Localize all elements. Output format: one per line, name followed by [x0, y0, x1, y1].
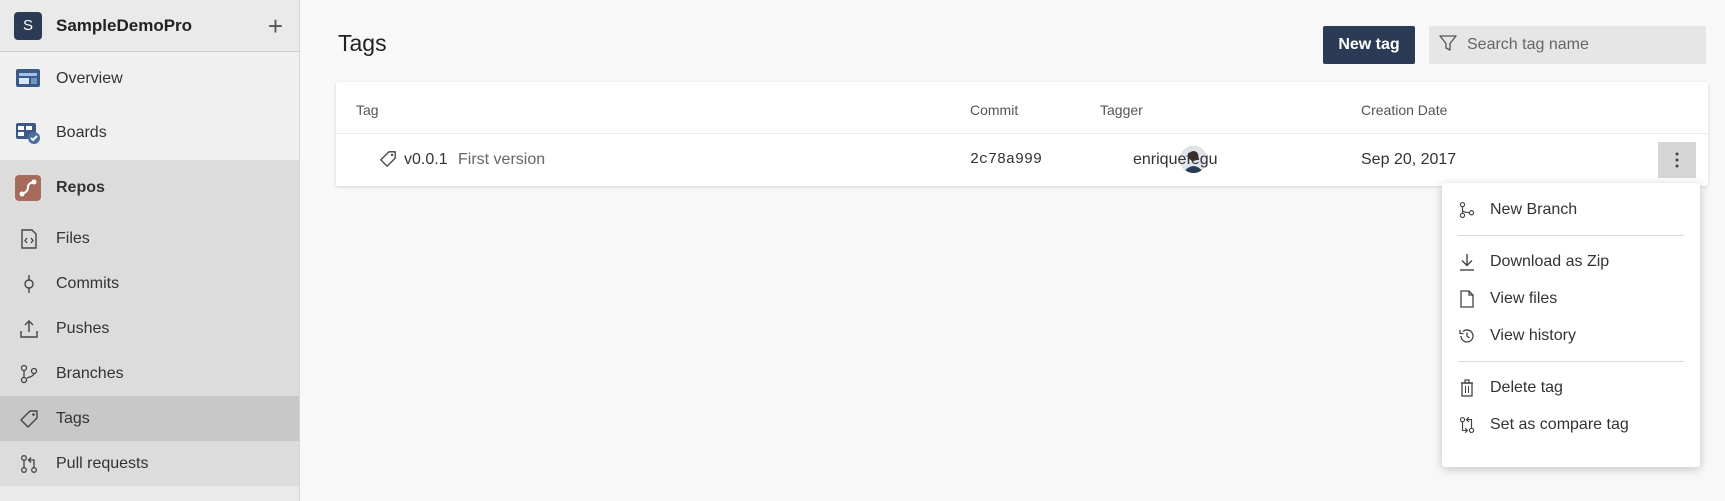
- column-header-tag[interactable]: Tag: [356, 102, 379, 118]
- creation-date: Sep 20, 2017: [1361, 151, 1457, 168]
- sidebar-nav: Overview Boards Repos Files Commits Push…: [0, 52, 299, 486]
- menu-item-label: Set as compare tag: [1490, 415, 1629, 433]
- sidebar-item-repos[interactable]: Repos: [0, 160, 299, 216]
- search-input[interactable]: [1467, 36, 1697, 54]
- sidebar: S SampleDemoPro + Overview Boards Repos: [0, 0, 300, 501]
- sidebar-item-tags[interactable]: Tags: [0, 396, 299, 441]
- download-icon: [1458, 253, 1476, 271]
- sidebar-item-commits[interactable]: Commits: [0, 261, 299, 306]
- sidebar-item-label: Pull requests: [56, 454, 149, 472]
- tag-icon: [379, 150, 397, 173]
- page-title: Tags: [338, 30, 387, 56]
- menu-item-view-history[interactable]: View history: [1442, 317, 1700, 354]
- project-header: S SampleDemoPro +: [0, 0, 299, 52]
- file-icon: [1458, 289, 1476, 308]
- tag-icon: [18, 405, 40, 433]
- sidebar-item-pull-requests[interactable]: Pull requests: [0, 441, 299, 486]
- more-vertical-icon: [1675, 152, 1679, 168]
- column-header-commit[interactable]: Commit: [970, 102, 1018, 118]
- more-actions-button[interactable]: [1658, 142, 1696, 178]
- files-icon: [18, 225, 40, 253]
- tag-name[interactable]: v0.0.1: [404, 151, 448, 169]
- column-header-creation-date[interactable]: Creation Date: [1361, 102, 1447, 118]
- commit-id[interactable]: 2c78a999: [970, 151, 1042, 168]
- column-header-tagger[interactable]: Tagger: [1100, 102, 1143, 118]
- pull-request-icon: [18, 450, 40, 478]
- menu-item-label: View history: [1490, 326, 1576, 344]
- sidebar-item-pushes[interactable]: Pushes: [0, 306, 299, 351]
- project-avatar[interactable]: S: [14, 11, 42, 40]
- menu-item-label: Delete tag: [1490, 378, 1563, 396]
- tag-message: First version: [458, 151, 546, 168]
- pushes-icon: [18, 315, 40, 343]
- menu-item-view-files[interactable]: View files: [1442, 280, 1700, 317]
- sidebar-item-branches[interactable]: Branches: [0, 351, 299, 396]
- menu-item-new-branch[interactable]: New Branch: [1442, 191, 1700, 228]
- menu-item-label: New Branch: [1490, 200, 1578, 218]
- sidebar-item-label: Pushes: [56, 319, 110, 337]
- menu-item-label: View files: [1490, 289, 1558, 307]
- search-box[interactable]: [1429, 26, 1706, 64]
- project-name[interactable]: SampleDemoPro: [56, 16, 268, 36]
- boards-icon: [14, 119, 42, 147]
- branches-icon: [18, 360, 40, 388]
- tags-table: Tag Commit Tagger Creation Date v0.0.1 F…: [336, 82, 1708, 186]
- table-header: Tag Commit Tagger Creation Date: [336, 82, 1708, 134]
- menu-item-label: Download as Zip: [1490, 252, 1610, 270]
- tag-context-menu: New Branch Download as Zip View files Vi…: [1442, 183, 1700, 467]
- new-tag-button[interactable]: New tag: [1323, 26, 1415, 64]
- menu-item-download-zip[interactable]: Download as Zip: [1442, 243, 1700, 280]
- sidebar-item-files[interactable]: Files: [0, 216, 299, 261]
- sidebar-item-label: Files: [56, 229, 90, 247]
- sidebar-item-label: Boards: [56, 124, 107, 141]
- table-row[interactable]: v0.0.1 First version 2c78a999 enriquefeg…: [336, 134, 1708, 186]
- trash-icon: [1458, 378, 1476, 397]
- menu-item-delete-tag[interactable]: Delete tag: [1442, 369, 1700, 406]
- sidebar-item-label: Repos: [56, 179, 105, 196]
- sidebar-item-label: Tags: [56, 409, 90, 427]
- menu-divider: [1458, 235, 1684, 236]
- branch-icon: [1458, 201, 1476, 219]
- sidebar-item-label: Overview: [56, 70, 123, 87]
- add-icon[interactable]: +: [268, 13, 283, 39]
- filter-icon: [1439, 34, 1457, 57]
- sidebar-item-label: Commits: [56, 274, 120, 292]
- menu-item-set-compare-tag[interactable]: Set as compare tag: [1442, 406, 1700, 443]
- history-icon: [1458, 327, 1476, 345]
- overview-icon: [14, 65, 42, 93]
- commits-icon: [18, 270, 40, 298]
- sidebar-item-overview[interactable]: Overview: [0, 52, 299, 106]
- compare-icon: [1458, 416, 1476, 434]
- repos-icon: [14, 174, 42, 202]
- sidebar-item-label: Branches: [56, 364, 124, 382]
- menu-divider: [1458, 361, 1684, 362]
- sidebar-item-boards[interactable]: Boards: [0, 106, 299, 160]
- tagger-name: enriquefegu: [1133, 151, 1218, 168]
